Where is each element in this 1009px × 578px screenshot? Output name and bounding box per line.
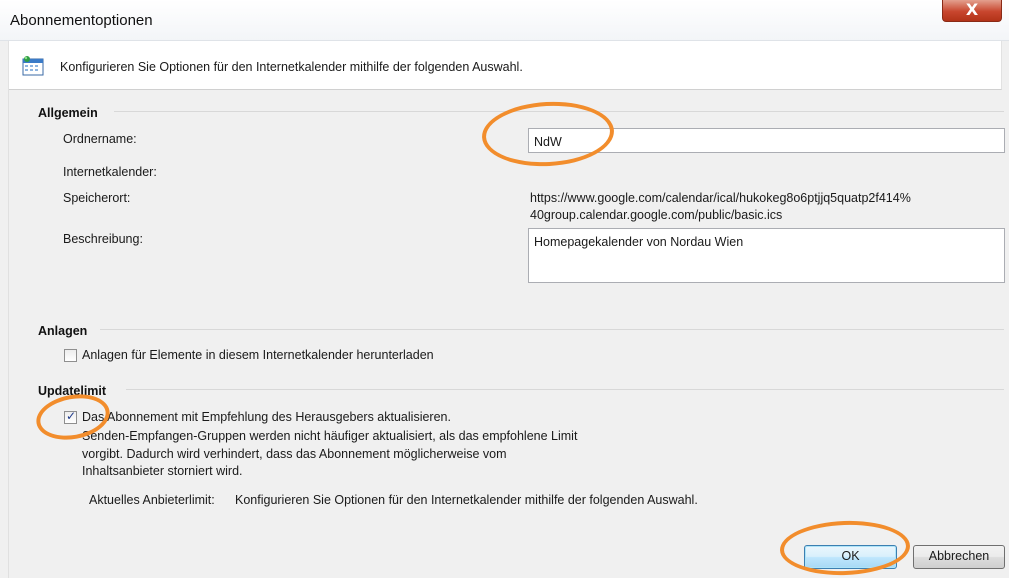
location-value-line1: https://www.google.com/calendar/ical/huk…: [530, 191, 911, 205]
description-input[interactable]: Homepagekalender von Nordau Wien: [528, 228, 1005, 283]
location-value-line2: 40group.calendar.google.com/public/basic…: [530, 208, 783, 222]
location-label: Speicherort:: [63, 191, 131, 205]
attachments-group-title: Anlagen: [38, 324, 88, 338]
close-icon: X: [965, 0, 979, 19]
attachments-checkbox-label[interactable]: Anlagen für Elemente in diesem Internetk…: [82, 348, 434, 362]
window-title: Abonnementoptionen: [10, 12, 153, 29]
calendar-icon: [22, 56, 44, 76]
general-group-title: Allgemein: [38, 106, 98, 120]
current-limit-value: Konfigurieren Sie Optionen für den Inter…: [235, 493, 698, 507]
update-limit-note-line3: Inhaltsanbieter storniert wird.: [82, 464, 243, 478]
current-limit-label: Aktuelles Anbieterlimit:: [89, 493, 215, 507]
attachments-checkbox[interactable]: [64, 349, 77, 362]
close-button[interactable]: X: [942, 0, 1002, 22]
description-label: Beschreibung:: [63, 232, 143, 246]
dialog-edge: [8, 89, 9, 578]
update-limit-checkbox-label[interactable]: Das Abonnement mit Empfehlung des Heraus…: [82, 410, 451, 424]
update-limit-note-line2: vorgibt. Dadurch wird verhindert, dass d…: [82, 447, 507, 461]
internet-calendar-label: Internetkalender:: [63, 165, 157, 179]
annotation-ellipse-folder: [480, 98, 616, 170]
update-limit-group-line: [126, 389, 1004, 390]
update-limit-note-line1: Senden-Empfangen-Gruppen werden nicht hä…: [82, 429, 578, 443]
info-text: Konfigurieren Sie Optionen für den Inter…: [60, 60, 523, 74]
cancel-button[interactable]: Abbrechen: [913, 545, 1005, 569]
description-value: Homepagekalender von Nordau Wien: [534, 235, 744, 249]
attachments-group-line: [100, 329, 1004, 330]
folder-label: Ordnername:: [63, 132, 137, 146]
